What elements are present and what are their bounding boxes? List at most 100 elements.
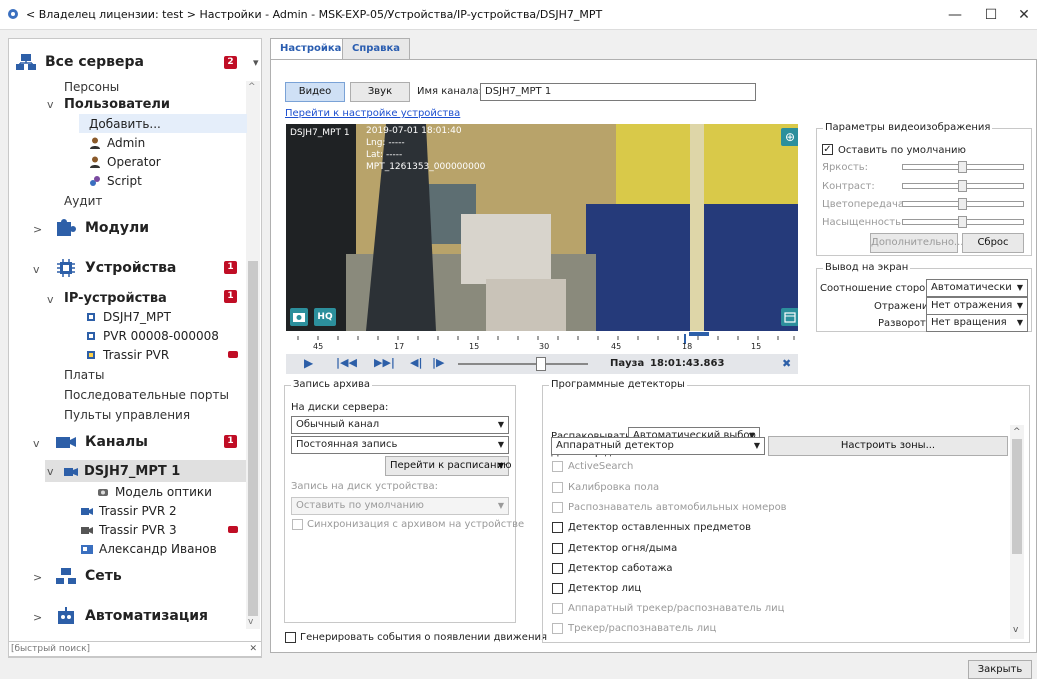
color-knob[interactable] — [958, 198, 967, 210]
channel-name-input[interactable]: DSJH7_MPT 1 — [480, 83, 756, 101]
close-archive-icon[interactable]: ✖ — [782, 357, 791, 370]
tree-item-dsjh7[interactable]: DSJH7_MPT — [85, 307, 171, 326]
tree-item-trassir-pvr[interactable]: Trassir PVR — [85, 345, 169, 364]
abandoned-objects-checkbox[interactable] — [552, 522, 563, 533]
plate-recognizer-checkbox[interactable] — [552, 502, 563, 513]
video-preview[interactable]: DSJH7_MPT 1 2019-07-01 18:01:40 Lng: ---… — [286, 124, 798, 331]
schedule-button[interactable]: Перейти к расписанию ▼ — [385, 456, 511, 476]
tree-item-trassir3[interactable]: Trassir PVR 3 — [81, 520, 177, 539]
clear-search-icon[interactable]: ✕ — [249, 642, 257, 656]
abandoned-objects-label[interactable]: Детектор оставленных предметов — [568, 522, 751, 533]
contrast-knob[interactable] — [958, 180, 967, 192]
gen-events-label[interactable]: Генерировать события о появлении движени… — [300, 632, 547, 643]
tree-item-dsjh7-channel[interactable]: DSJH7_MPT 1 — [64, 462, 180, 481]
tree-item-modules[interactable]: Модули — [55, 211, 149, 245]
minimize-button[interactable]: — — [945, 5, 965, 25]
tree-item-boards[interactable]: Платы — [64, 365, 105, 384]
fire-smoke-label[interactable]: Детектор огня/дыма — [568, 543, 677, 554]
device-disk-select[interactable]: Оставить по умолчанию ▼ — [291, 497, 509, 515]
rotate-select[interactable]: Нет вращения ▼ — [926, 314, 1028, 332]
timeline-ruler[interactable]: 45 17 15 30 45 18 15 — [286, 332, 798, 354]
brightness-knob[interactable] — [958, 161, 967, 173]
zoom-icon[interactable]: ⊕ — [781, 128, 798, 146]
chevron-down-icon[interactable]: v — [33, 263, 40, 276]
goto-device-link[interactable]: Перейти к настройке устройства — [285, 108, 460, 119]
sync-checkbox[interactable] — [292, 519, 303, 530]
tree-item-pvr[interactable]: PVR 00008-000008 — [85, 326, 219, 345]
scroll-down-icon[interactable]: v — [248, 617, 253, 627]
face-detector-checkbox[interactable] — [552, 583, 563, 594]
mirror-select[interactable]: Нет отражения ▼ — [926, 297, 1028, 315]
motion-detector-dropdown[interactable]: Аппаратный детектор ▼ — [551, 437, 765, 455]
tree-item-script[interactable]: Script — [89, 171, 142, 190]
speed-slider-knob[interactable] — [536, 357, 546, 371]
tree-item-persons[interactable]: Персоны — [64, 77, 119, 96]
skip-start-icon[interactable]: |◀◀ — [336, 356, 357, 369]
calendar-icon[interactable] — [781, 308, 798, 326]
aspect-select[interactable]: Автоматически ▼ — [926, 279, 1028, 297]
hq-button[interactable]: HQ — [314, 308, 336, 326]
scroll-thumb[interactable] — [1012, 439, 1022, 554]
tree-item-operator[interactable]: Operator — [89, 152, 161, 171]
tab-settings[interactable]: Настройка — [270, 38, 352, 61]
chevron-down-icon[interactable]: ▾ — [253, 56, 259, 69]
quick-search-input[interactable]: [быстрый поиск] ✕ — [8, 641, 262, 657]
keep-default-checkbox[interactable]: ✓ — [822, 144, 833, 155]
tree-item-automation[interactable]: Автоматизация — [55, 599, 208, 633]
scroll-up-icon[interactable]: ^ — [248, 82, 256, 92]
stream-select[interactable]: Обычный канал ▼ — [291, 416, 509, 434]
chevron-right-icon[interactable]: > — [33, 571, 42, 584]
tree-item-channels[interactable]: Каналы — [55, 425, 148, 459]
hw-face-tracker-label[interactable]: Аппаратный трекер/распознаватель лиц — [568, 603, 784, 614]
record-mode-select[interactable]: Постоянная запись ▼ — [291, 436, 509, 454]
sabotage-checkbox[interactable] — [552, 563, 563, 574]
tree-item-admin[interactable]: Admin — [89, 133, 145, 152]
maximize-button[interactable]: ☐ — [981, 5, 1001, 25]
snapshot-icon[interactable] — [290, 308, 308, 326]
chevron-down-icon[interactable]: v — [47, 293, 54, 306]
video-button[interactable]: Видео — [285, 82, 345, 102]
tree-item-add[interactable]: Добавить... — [89, 114, 161, 133]
floor-calibration-checkbox[interactable] — [552, 482, 563, 493]
activesearch-label[interactable]: ActiveSearch — [568, 461, 633, 472]
frame-forward-icon[interactable]: |▶ — [432, 356, 444, 369]
configure-zones-button[interactable]: Настроить зоны... — [768, 436, 1008, 456]
speed-slider[interactable] — [458, 363, 588, 365]
face-detector-label[interactable]: Детектор лиц — [568, 583, 641, 594]
scroll-down-icon[interactable]: v — [1013, 625, 1018, 635]
tree-item-devices[interactable]: Устройства — [55, 251, 176, 285]
face-tracker-checkbox[interactable] — [552, 623, 563, 634]
advanced-button[interactable]: Дополнительно... — [870, 233, 963, 253]
tree-item-consoles[interactable]: Пульты управления — [64, 405, 190, 424]
all-servers-header[interactable]: Все сервера — [15, 45, 255, 79]
chevron-down-icon[interactable]: v — [33, 437, 40, 450]
frame-back-icon[interactable]: ◀| — [410, 356, 422, 369]
scroll-up-icon[interactable]: ^ — [1013, 427, 1021, 437]
detectors-scrollbar[interactable]: ^ v — [1010, 425, 1024, 639]
fire-smoke-checkbox[interactable] — [552, 543, 563, 554]
chevron-down-icon[interactable]: v — [47, 465, 54, 478]
scroll-thumb[interactable] — [248, 261, 258, 616]
tree-item-audit[interactable]: Аудит — [64, 191, 102, 210]
activesearch-checkbox[interactable] — [552, 461, 563, 472]
tree-item-serial[interactable]: Последовательные порты — [64, 385, 229, 404]
reset-button[interactable]: Сброс — [962, 233, 1024, 253]
skip-end-icon[interactable]: ▶▶| — [374, 356, 395, 369]
tree-item-users[interactable]: Пользователи — [64, 95, 170, 114]
chevron-right-icon[interactable]: > — [33, 223, 42, 236]
tree-item-trassir2[interactable]: Trassir PVR 2 — [81, 501, 177, 520]
sound-button[interactable]: Звук — [350, 82, 410, 102]
play-icon[interactable]: ▶ — [304, 356, 313, 370]
tree-item-ivanov[interactable]: Александр Иванов — [81, 539, 217, 558]
chevron-down-icon[interactable]: v — [47, 98, 54, 111]
plate-recognizer-label[interactable]: Распознаватель автомобильных номеров — [568, 502, 787, 513]
gen-events-checkbox[interactable] — [285, 632, 296, 643]
tree-item-optics[interactable]: Модель оптики — [97, 482, 212, 501]
close-button[interactable]: Закрыть — [968, 660, 1032, 679]
sabotage-label[interactable]: Детектор саботажа — [568, 563, 672, 574]
tree-scrollbar[interactable]: ^ v — [246, 81, 260, 629]
face-tracker-label[interactable]: Трекер/распознаватель лиц — [568, 623, 716, 634]
keep-default-label[interactable]: Оставить по умолчанию — [838, 145, 966, 156]
hw-face-tracker-checkbox[interactable] — [552, 603, 563, 614]
tab-help[interactable]: Справка — [342, 38, 411, 60]
